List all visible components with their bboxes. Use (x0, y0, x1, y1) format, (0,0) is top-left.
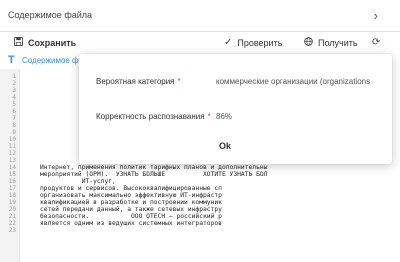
line-number: 7 (12, 115, 16, 122)
save-button[interactable]: Сохранить (14, 36, 76, 50)
line-number: 20 (8, 206, 16, 213)
line-number: 22 (8, 220, 16, 227)
line-number: 4 (12, 94, 16, 101)
line-number: 3 (12, 87, 16, 94)
code-line: безопасности. OOO QTECH — российский р (40, 213, 222, 220)
file-content-header[interactable]: Содержимое файла › (0, 0, 400, 32)
code-line: ИТ-услуг, (40, 178, 116, 185)
refresh-icon: ⟳ (372, 37, 381, 48)
category-label: Вероятная категория * (96, 77, 181, 86)
get-label: Получить (318, 38, 358, 48)
check-label: Проверить (237, 38, 283, 48)
get-button[interactable]: Получить (304, 36, 358, 50)
line-number: 9 (12, 129, 16, 136)
line-number: 1 (12, 73, 16, 80)
required-marker: * (207, 112, 211, 121)
check-button[interactable]: ✓ Проверить (224, 36, 282, 50)
line-number-gutter: 1 2 3 4 5 6 7 8 9 10 11 12 13 14 15 16 17 18 19 20 21 22 23 (0, 69, 20, 262)
line-number: 17 (8, 185, 16, 192)
editor-tab-label: Содержимое ф (22, 56, 79, 65)
line-number: 15 (8, 171, 16, 178)
code-line: сетей передачи данный, а также сетевых и… (40, 206, 222, 213)
code-line: мероприятий (ОРМ). УЗНАТЬ БОЛЬШЕ ХОТИТЕ … (40, 171, 268, 178)
globe-icon (304, 37, 313, 49)
save-label: Сохранить (28, 38, 77, 48)
line-number: 16 (8, 178, 16, 185)
line-number: 8 (12, 122, 16, 129)
code-line: квалификацией в разработке и построении … (40, 199, 222, 206)
toolbar: Сохранить ✓ Проверить Получить ⟳ (0, 32, 400, 52)
required-marker: * (177, 77, 181, 86)
ok-button[interactable]: Ok (219, 141, 231, 151)
line-number: 10 (8, 136, 16, 143)
refresh-button[interactable]: ⟳ (372, 36, 380, 50)
code-line: организовать максимально эффективную ИТ-… (40, 192, 222, 199)
line-number: 11 (8, 143, 16, 150)
checkmark-icon: ✓ (224, 37, 233, 48)
line-number: 5 (12, 101, 16, 108)
save-icon (14, 37, 23, 49)
code-line: Интернет, применения политик тарифных пл… (40, 164, 268, 171)
line-number: 12 (8, 150, 16, 157)
line-number: 13 (8, 157, 16, 164)
line-number: 23 (8, 227, 16, 234)
accuracy-value: 86% (216, 112, 233, 121)
code-line: продуктов и сервисов. Высококвалифициров… (40, 185, 222, 192)
line-number: 6 (12, 108, 16, 115)
category-value: коммерческие организации (organizations (216, 77, 371, 86)
code-line: является одним из ведущих системных инте… (40, 220, 222, 227)
line-number: 21 (8, 213, 16, 220)
recognition-result-dialog: Вероятная категория * коммерческие органи… (79, 54, 392, 164)
text-format-icon: T (8, 54, 15, 66)
line-number: 14 (8, 164, 16, 171)
line-number: 19 (8, 199, 16, 206)
line-number: 2 (12, 80, 16, 87)
section-title: Содержимое файла (8, 10, 93, 20)
accuracy-label: Корректность распознавания * (96, 112, 211, 121)
line-number: 18 (8, 192, 16, 199)
chevron-right-icon[interactable]: › (374, 9, 378, 22)
